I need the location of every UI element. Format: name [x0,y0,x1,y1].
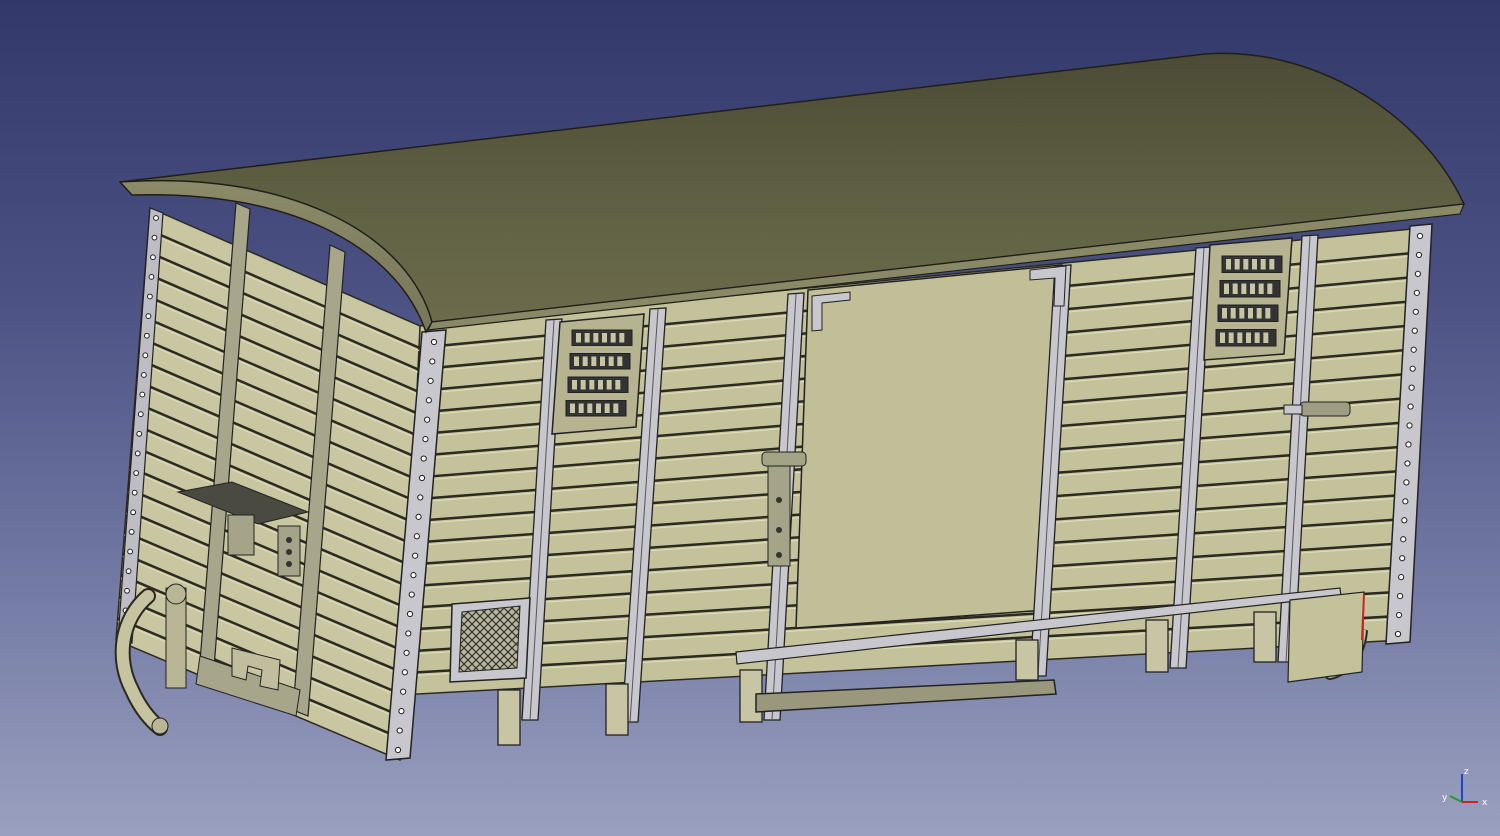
axis-indicator: z x y [1442,767,1488,808]
y-axis-line [1449,795,1463,803]
mesh-grille [449,597,531,683]
z-axis-label: z [1464,767,1469,777]
brake-hose-right [1287,591,1368,683]
wagon-model[interactable] [0,0,1500,836]
3d-viewport[interactable]: z x y [0,0,1500,836]
vent-right [1203,237,1293,361]
x-axis-label: x [1482,798,1488,808]
footboard[interactable] [755,679,1057,713]
y-axis-label: y [1442,793,1448,803]
sliding-door[interactable] [795,264,1063,629]
vent-left [551,313,645,435]
